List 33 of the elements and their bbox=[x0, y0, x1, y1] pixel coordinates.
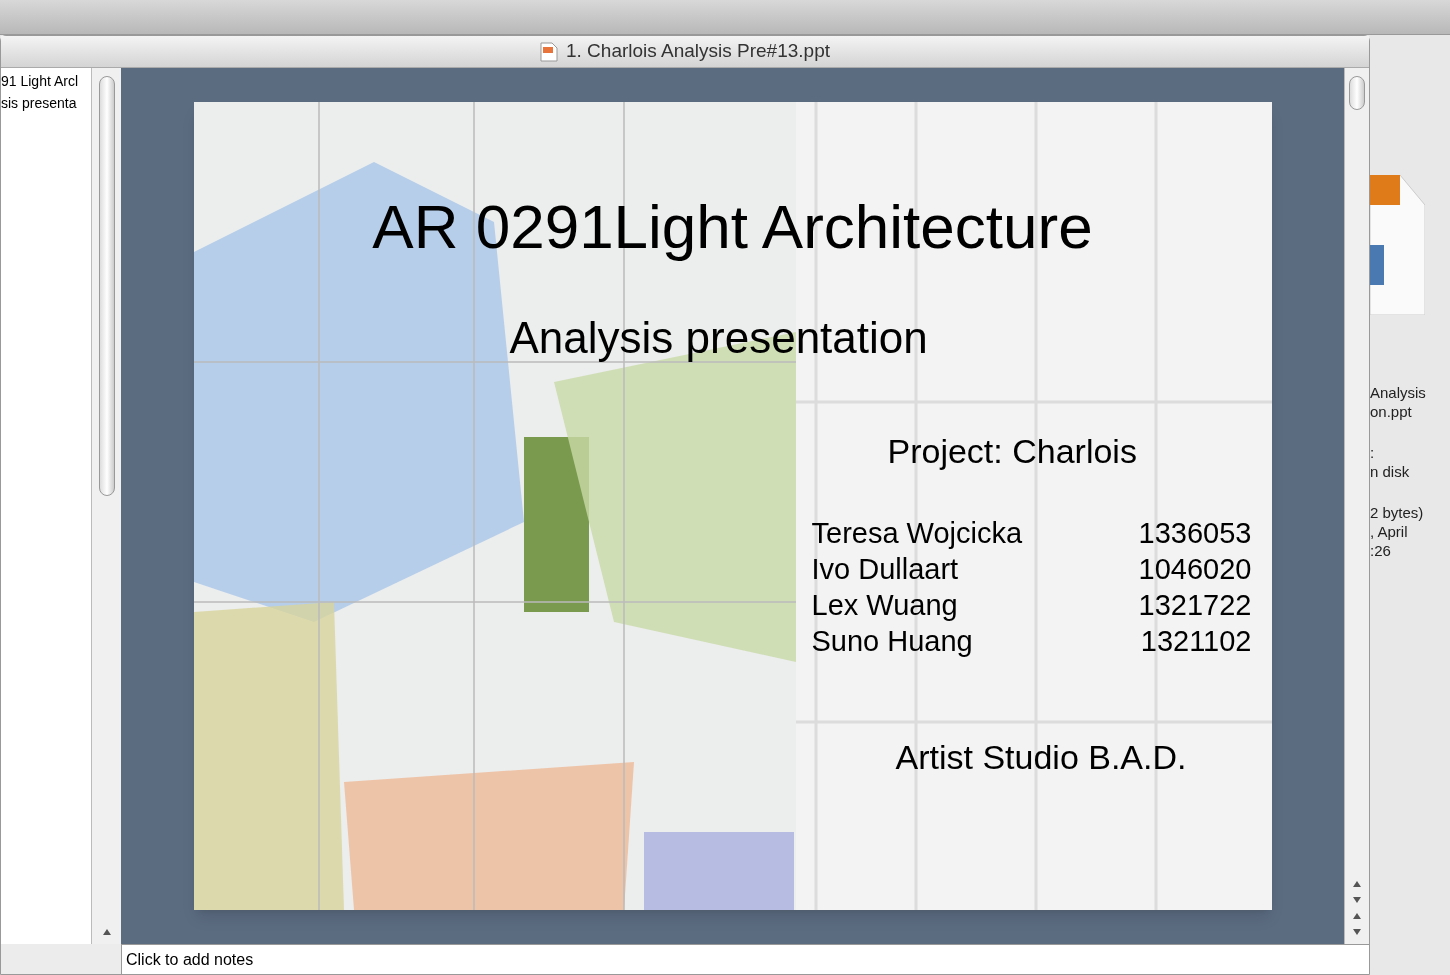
document-icon bbox=[539, 41, 558, 62]
previous-slide-icon[interactable] bbox=[1352, 912, 1362, 920]
file-info-text: n disk bbox=[1370, 462, 1411, 481]
file-info-text: Analysis bbox=[1370, 383, 1426, 402]
scroll-thumb[interactable] bbox=[1349, 76, 1365, 110]
file-info-text: :26 bbox=[1370, 541, 1392, 560]
window-title: 1. Charlois Analysis Pre#13.ppt bbox=[565, 39, 830, 64]
member-number: 1321102 bbox=[1140, 624, 1252, 660]
scroll-up-icon[interactable] bbox=[101, 928, 112, 936]
file-info-text: , April bbox=[1370, 522, 1409, 541]
project-label: Project: Charlois bbox=[887, 434, 1138, 468]
notes-field[interactable]: Click to add notes bbox=[121, 944, 1369, 974]
outline-scrollbar[interactable] bbox=[91, 68, 121, 944]
document-icon bbox=[1370, 175, 1425, 315]
outline-text: sis presenta bbox=[1, 94, 78, 112]
scroll-down-icon[interactable] bbox=[1352, 896, 1362, 904]
member-name: Teresa Wojcicka bbox=[811, 516, 1023, 552]
next-slide-icon[interactable] bbox=[1352, 928, 1362, 936]
member-number: 1321722 bbox=[1138, 588, 1252, 624]
slide-subtitle: Analysis presentation bbox=[509, 316, 929, 360]
scroll-thumb[interactable] bbox=[98, 76, 115, 496]
studio-name: Artist Studio B.A.D. bbox=[895, 740, 1188, 774]
file-info-text: 2 bytes) bbox=[1370, 503, 1425, 522]
file-info-text: : bbox=[1370, 443, 1376, 462]
slide-scrollbar[interactable] bbox=[1344, 68, 1369, 944]
member-name: Lex Wuang bbox=[811, 588, 958, 624]
scroll-up-icon[interactable] bbox=[1352, 880, 1362, 888]
member-name: Suno Huang bbox=[811, 624, 973, 660]
member-number: 1046020 bbox=[1138, 552, 1252, 588]
member-name: Ivo Dullaart bbox=[811, 552, 959, 588]
outline-text: 91 Light Arcl bbox=[1, 72, 80, 90]
file-info-text: on.ppt bbox=[1370, 402, 1413, 421]
member-number: 1336053 bbox=[1138, 516, 1252, 552]
